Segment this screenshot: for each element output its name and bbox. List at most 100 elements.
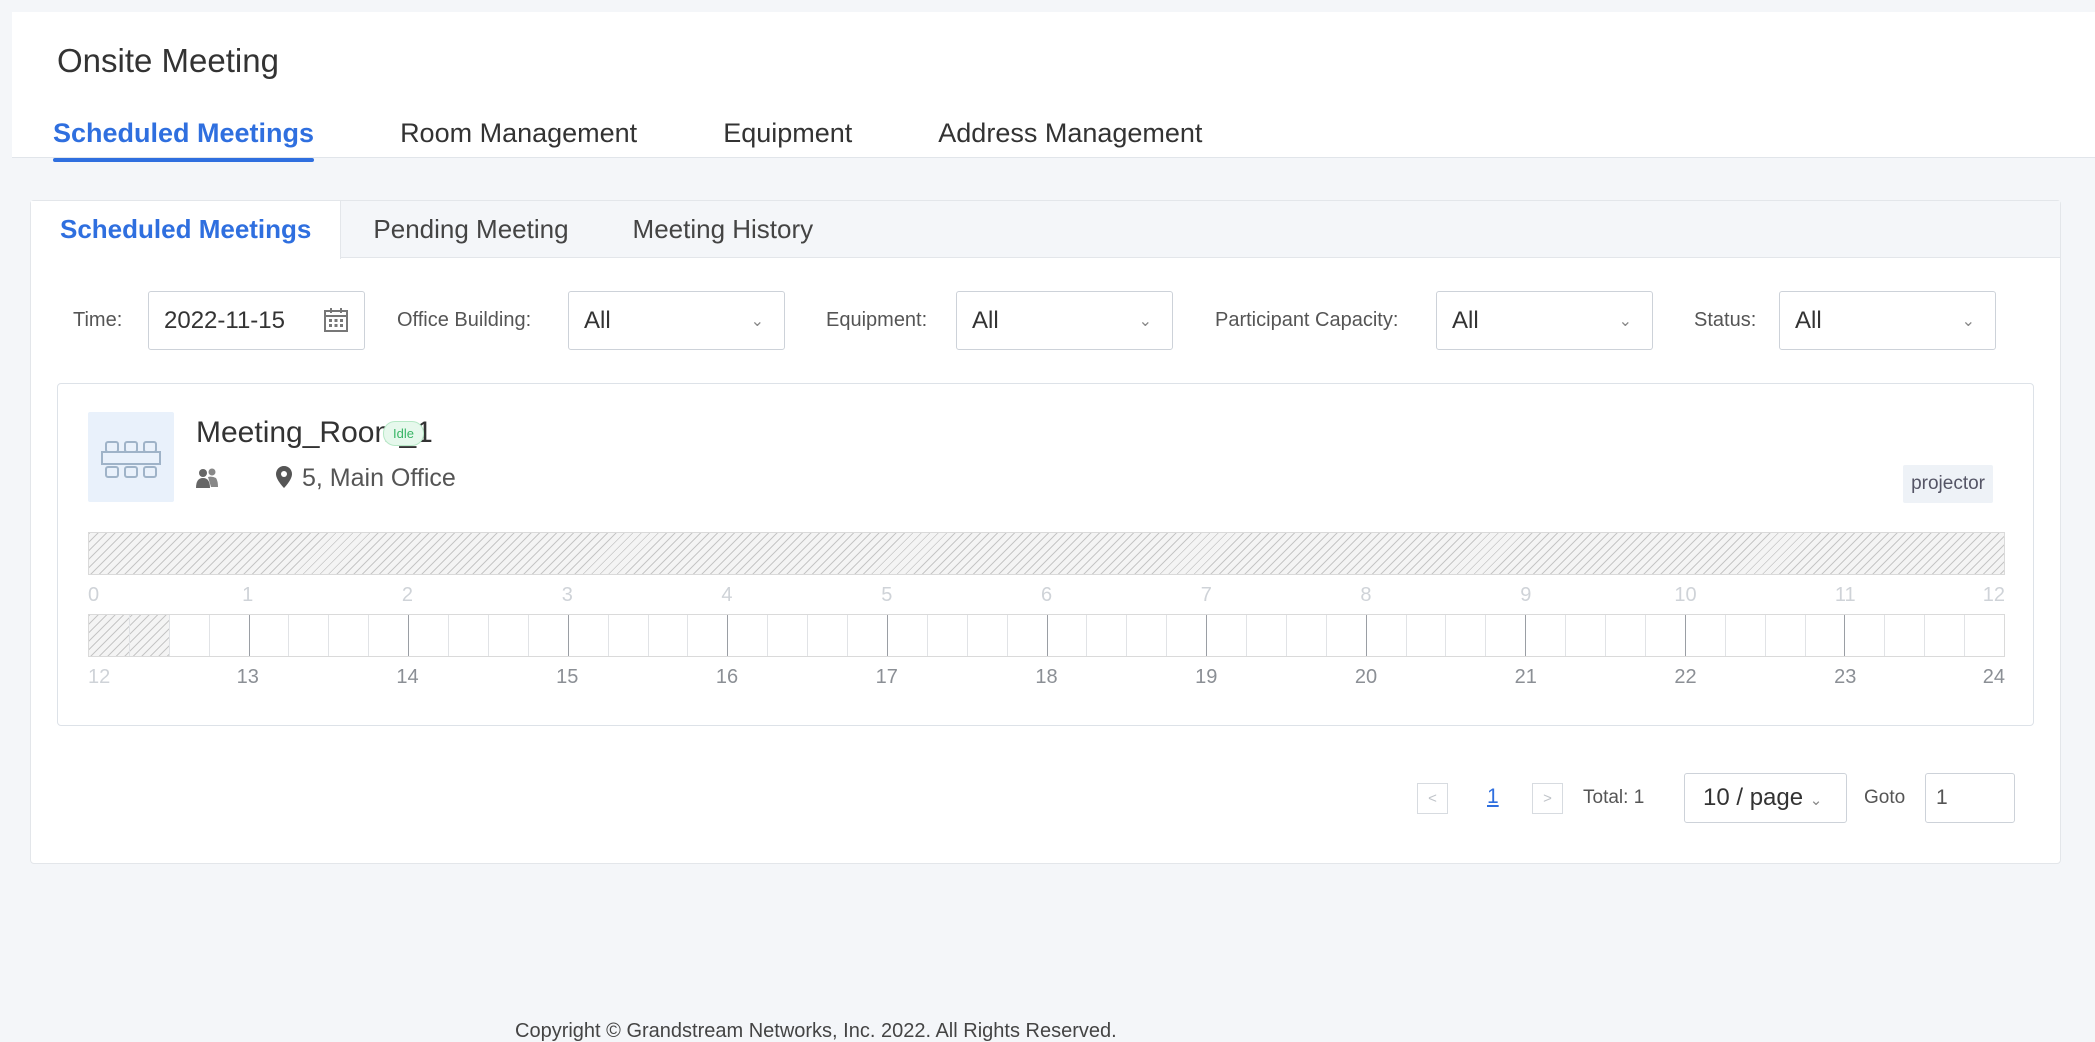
page-number-1[interactable]: 1: [1487, 785, 1499, 809]
timeline-slot-divider: [767, 615, 769, 656]
timeline-slot-divider: [248, 615, 250, 656]
equipment-value: All: [972, 307, 999, 334]
timeline-slot-divider: [1804, 615, 1806, 656]
timeline-slot-divider: [1565, 615, 1567, 656]
am-tick-label: 0: [88, 584, 100, 606]
am-tick-label: 12: [1982, 584, 2005, 606]
timeline-slot-divider: [807, 615, 809, 656]
timeline-slot-divider: [1126, 615, 1128, 656]
timeline-slot-divider: [966, 615, 968, 656]
tab-room-management[interactable]: Room Management: [400, 118, 637, 162]
goto-page-input[interactable]: [1925, 773, 2015, 823]
status-select[interactable]: All ⌄: [1779, 291, 1996, 350]
timeline-slot-divider: [1365, 615, 1367, 656]
am-tick-label: 3: [561, 584, 573, 606]
timeline-slot-divider: [1285, 615, 1287, 656]
timeline-slot-divider: [328, 615, 330, 656]
page-size-label: 10 / page: [1703, 784, 1804, 811]
am-tick-label: 2: [401, 584, 414, 606]
main-tabs: Scheduled Meetings Room Management Equip…: [53, 118, 1202, 162]
am-tick-label: 1: [242, 584, 254, 606]
timeline-slot-divider: [647, 615, 649, 656]
content-card: Scheduled Meetings Pending Meeting Meeti…: [30, 200, 2061, 864]
timeline-pm-bar[interactable]: [88, 614, 2005, 657]
pm-tick-label: 21: [1514, 666, 1537, 688]
chevron-down-icon: ⌄: [1809, 792, 1823, 809]
pm-tick-label: 18: [1035, 666, 1058, 688]
pm-tick-label: 23: [1834, 666, 1857, 688]
timeline-slot-divider: [607, 615, 609, 656]
timeline-am-bar[interactable]: [88, 532, 2005, 575]
equipment-tag: projector: [1903, 465, 1993, 503]
timeline-slot-divider: [1206, 615, 1208, 656]
date-value: 2022-11-15: [164, 307, 285, 334]
prev-page-button[interactable]: <: [1417, 783, 1448, 814]
pm-tick-label: 13: [236, 666, 259, 688]
timeline-slot-divider: [1764, 615, 1766, 656]
office-building-select[interactable]: All ⌄: [568, 291, 785, 350]
pm-tick-label: 16: [715, 666, 739, 688]
timeline-slot-divider: [208, 615, 210, 656]
chevron-down-icon: ⌄: [1138, 313, 1152, 330]
timeline-slot-divider: [1644, 615, 1646, 656]
page-title: Onsite Meeting: [57, 42, 279, 79]
pm-tick-label: 19: [1195, 666, 1218, 688]
subtab-pending-meeting[interactable]: Pending Meeting: [341, 201, 600, 258]
timeline-slot-divider: [1325, 615, 1327, 656]
equipment-label: Equipment:: [826, 309, 928, 331]
pm-tick-label: 12: [88, 666, 111, 688]
timeline-slot-divider: [727, 615, 729, 656]
timeline-slot-divider: [1924, 615, 1926, 656]
timeline-slot-divider: [168, 615, 170, 656]
pm-tick-label: 15: [556, 666, 579, 688]
date-picker[interactable]: 2022-11-15: [148, 291, 365, 350]
timeline-slot-divider: [1445, 615, 1447, 656]
goto-label: Goto: [1864, 787, 1906, 808]
subtab-scheduled-meetings[interactable]: Scheduled Meetings: [31, 201, 342, 259]
tab-equipment[interactable]: Equipment: [723, 118, 852, 162]
subtab-meeting-history[interactable]: Meeting History: [601, 201, 846, 258]
am-tick-label: 8: [1360, 584, 1372, 606]
participant-capacity-select[interactable]: All ⌄: [1436, 291, 1653, 350]
timeline-slot-divider: [368, 615, 370, 656]
office-building-value: All: [584, 307, 611, 334]
timeline-slot-divider: [926, 615, 928, 656]
am-tick-label: 7: [1200, 584, 1212, 606]
chevron-down-icon: ⌄: [1961, 313, 1975, 330]
participant-capacity-value: All: [1452, 307, 1479, 334]
office-building-label: Office Building:: [397, 309, 532, 331]
timeline-slot-divider: [1046, 615, 1048, 656]
tab-scheduled-meetings[interactable]: Scheduled Meetings: [53, 118, 315, 162]
next-page-button[interactable]: >: [1532, 783, 1563, 814]
location-pin-icon: [276, 466, 292, 488]
meeting-room-icon: [101, 441, 161, 478]
status-label: Status:: [1694, 309, 1757, 331]
room-location: 5, Main Office: [302, 464, 456, 492]
timeline-slot-divider: [886, 615, 888, 656]
pm-tick-label: 20: [1354, 666, 1378, 688]
am-tick-label: 4: [721, 584, 733, 606]
time-label: Time:: [73, 309, 123, 331]
status-value: All: [1795, 307, 1822, 334]
participant-capacity-label: Participant Capacity:: [1215, 309, 1399, 331]
page-size-select[interactable]: 10 / page ⌄: [1684, 773, 1847, 823]
equipment-select[interactable]: All ⌄: [956, 291, 1173, 350]
timeline-slot-divider: [1086, 615, 1088, 656]
pm-tick-label: 22: [1674, 666, 1697, 688]
room-card[interactable]: Meeting_Room_1 Idle 5, Main Office proje…: [57, 383, 2034, 726]
timeline-slot-divider: [567, 615, 569, 656]
participants-icon: [196, 468, 218, 488]
footer-copyright: Copyright © Grandstream Networks, Inc. 2…: [515, 1020, 1117, 1042]
tab-address-management[interactable]: Address Management: [938, 118, 1202, 162]
timeline-slot-divider: [288, 615, 290, 656]
timeline-slot-divider: [687, 615, 689, 656]
am-tick-label: 9: [1520, 584, 1532, 606]
pm-tick-label: 17: [875, 666, 898, 688]
am-tick-label: 6: [1040, 584, 1053, 606]
timeline-slot-divider: [1724, 615, 1726, 656]
pm-tick-label: 24: [1982, 666, 2005, 688]
timeline-slot-divider: [1166, 615, 1168, 656]
timeline-pm-scale: 12 13 14 15 16 17 18 19 20 21 22 23 24: [88, 666, 2005, 690]
timeline-slot-divider: [527, 615, 529, 656]
sub-tabs: Scheduled Meetings Pending Meeting Meeti…: [31, 201, 2060, 259]
